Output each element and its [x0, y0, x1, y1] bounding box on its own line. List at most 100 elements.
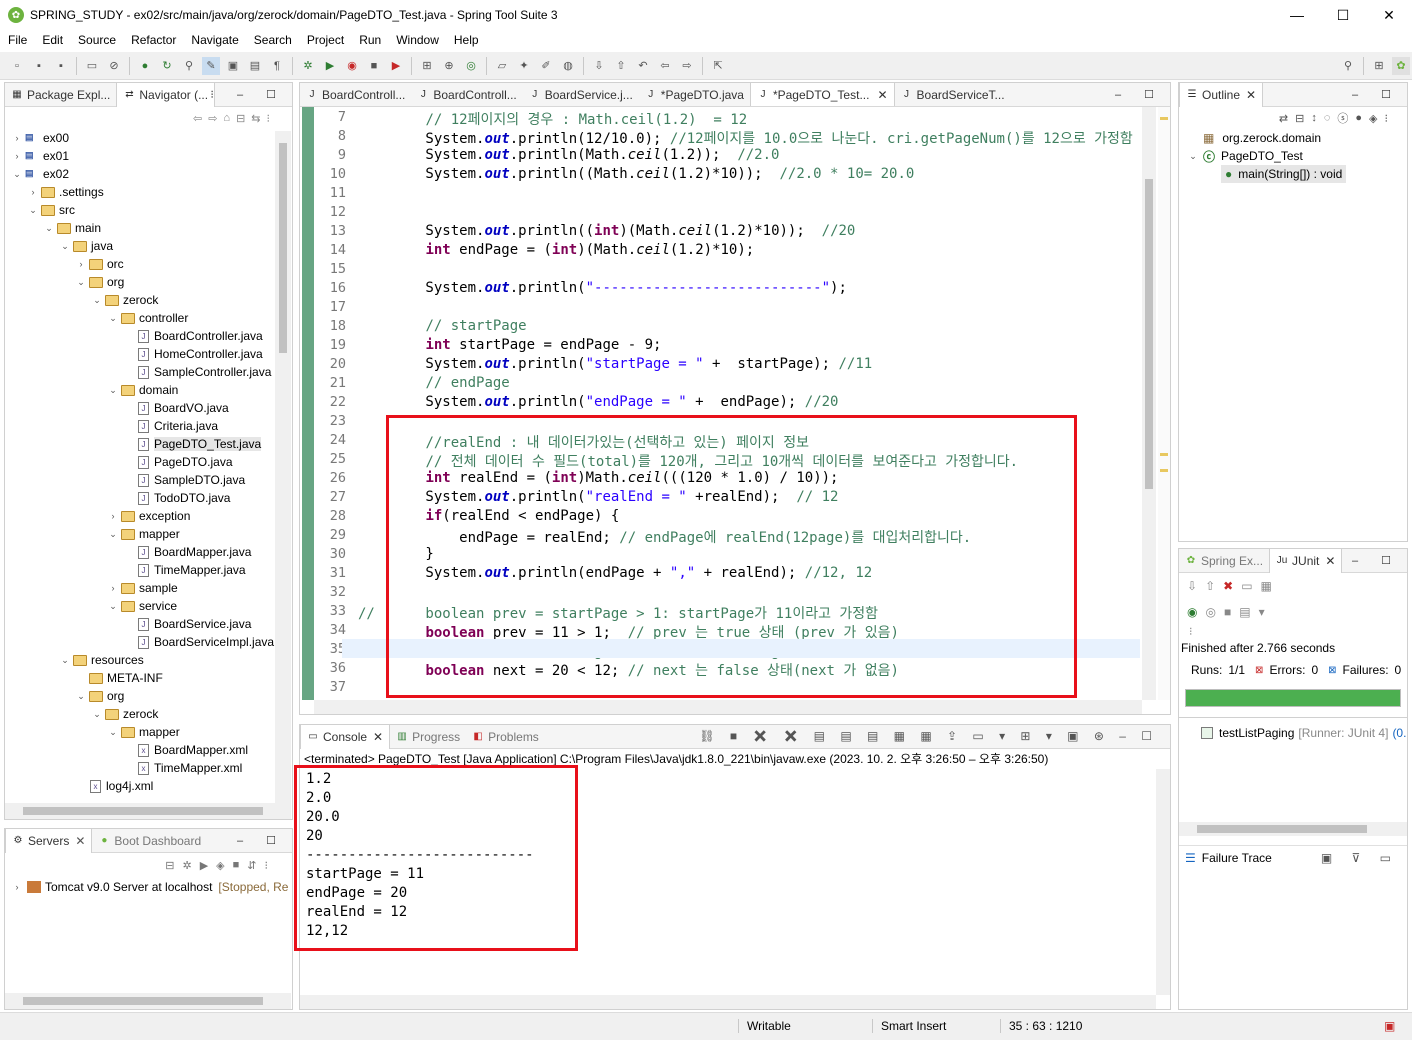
boot-icon[interactable]: ●	[136, 57, 154, 75]
whitespace-icon[interactable]: ¶	[268, 57, 286, 75]
tree-item[interactable]: x BoardMapper.xml	[5, 741, 248, 759]
editor-tab-board-controller-2[interactable]: J BoardControll...	[411, 83, 522, 106]
tab-boot-dashboard[interactable]: ● Boot Dashboard	[92, 829, 207, 853]
last-edit-icon[interactable]: ↶	[634, 57, 652, 75]
code-line[interactable]: int endPage = (int)(Math.ceil(1.2)*10);	[358, 242, 754, 258]
console-vscrollbar[interactable]	[1156, 769, 1170, 995]
tree-item[interactable]: › .settings	[5, 183, 104, 201]
failures-only-icon[interactable]: ✖	[1223, 579, 1241, 593]
close-button[interactable]: ✕	[1366, 0, 1412, 30]
code-line[interactable]: // startPage	[358, 318, 526, 334]
view-controls[interactable]: – ☐	[237, 834, 286, 847]
highlight-icon[interactable]: ✎	[202, 56, 220, 75]
new-class-icon[interactable]: ◎	[462, 57, 480, 75]
back-icon[interactable]: ⇦	[193, 112, 208, 125]
chevron-down-icon[interactable]: ⌄	[91, 709, 103, 720]
menu-refactor[interactable]: Refactor	[123, 33, 183, 47]
junit-test-item[interactable]: testListPaging [Runner: JUnit 4] (0.	[1179, 724, 1406, 742]
chevron-down-icon[interactable]: ⌄	[75, 277, 87, 288]
view-menu-icon[interactable]: ▾	[1259, 605, 1273, 619]
tree-item[interactable]: ⌄ mapper	[5, 525, 179, 543]
tab-spring-explorer[interactable]: ✿ Spring Ex...	[1179, 549, 1269, 573]
menu-project[interactable]: Project	[299, 33, 351, 47]
prev-annotation-icon[interactable]: ⇧	[612, 57, 630, 75]
hide-local-types-icon[interactable]: ◈	[1369, 112, 1384, 125]
tree-item[interactable]: › exception	[5, 507, 191, 525]
chevron-right-icon[interactable]: ›	[11, 151, 23, 161]
tree-item[interactable]: J BoardService.java	[5, 615, 251, 633]
web-icon[interactable]: ◍	[559, 57, 577, 75]
view-menu-icon[interactable]: ⁝	[1385, 112, 1396, 125]
chevron-down-icon[interactable]: ⌄	[1187, 151, 1199, 162]
stop-icon[interactable]: ■	[365, 57, 383, 75]
code-line[interactable]: System.out.println((int)(Math.ceil(1.2)*…	[358, 223, 855, 239]
profile-icon[interactable]: ◈	[216, 859, 232, 872]
close-icon[interactable]: ✕	[373, 730, 383, 744]
collapse-all-icon[interactable]: ⊟	[236, 112, 251, 125]
view-controls[interactable]: – ☐	[1115, 88, 1164, 101]
tree-item[interactable]: J SampleController.java	[5, 363, 271, 381]
publish-icon[interactable]: ⇵	[247, 859, 264, 872]
console-toolbar[interactable]: ⛓ ■ ✖ ✖ ▤ ▤ ▤ ▦ ▦ ⇪ ▭ ▾ ⊞ ▾ ▣ ⊛ – ☐	[699, 729, 1158, 743]
menu-navigate[interactable]: Navigate	[183, 33, 245, 47]
menu-edit[interactable]: Edit	[34, 33, 70, 47]
tab-progress[interactable]: ▥ Progress	[390, 725, 466, 749]
tree-item[interactable]: ⌄ src	[5, 201, 75, 219]
maximize-button[interactable]: ☐	[1320, 0, 1366, 30]
editor-vscrollbar[interactable]	[1142, 107, 1156, 700]
pen-icon[interactable]: ✐	[537, 57, 555, 75]
block-select-icon[interactable]: ▤	[246, 57, 264, 75]
code-line[interactable]: System.out.println((Math.ceil(1.2)*10));…	[358, 166, 914, 182]
tab-console[interactable]: ▭ Console ✕	[300, 724, 391, 749]
tree-item[interactable]: ⌄ resources	[5, 651, 143, 669]
tree-item[interactable]: › orc	[5, 255, 124, 273]
new-java-project-icon[interactable]: ⊞	[418, 57, 436, 75]
chevron-down-icon[interactable]: ⌄	[59, 241, 71, 252]
code-line[interactable]: System.out.println("startPage = " + star…	[358, 356, 872, 372]
close-icon[interactable]: ✕	[75, 834, 85, 848]
junit-hscrollbar[interactable]	[1179, 822, 1407, 836]
rerun-icon[interactable]: ◉	[1187, 605, 1205, 619]
hide-static-icon[interactable]: ⓢ	[1337, 110, 1355, 126]
tree-item[interactable]: ⌄ mapper	[5, 723, 179, 741]
tab-junit[interactable]: Ju JUnit ✕	[1269, 548, 1343, 573]
tab-outline[interactable]: ☰ Outline ✕	[1179, 82, 1264, 107]
tree-item[interactable]: ⌄ org	[5, 273, 124, 291]
view-menu-icon[interactable]: ⁝	[1179, 625, 1407, 639]
editor-tab-board-service[interactable]: J BoardService.j...	[523, 83, 639, 106]
tree-item[interactable]: ⌄ service	[5, 597, 177, 615]
tab-servers[interactable]: ⚙ Servers ✕	[5, 828, 93, 853]
editor-hscrollbar[interactable]	[314, 700, 1142, 714]
menu-run[interactable]: Run	[351, 33, 388, 47]
stop-server-icon[interactable]: ■	[233, 859, 248, 871]
close-icon[interactable]: ✕	[1325, 554, 1335, 568]
tree-item[interactable]: › sample	[5, 579, 178, 597]
save-icon[interactable]: ▪	[30, 57, 48, 75]
view-menu-icon[interactable]: ⁝	[267, 112, 277, 125]
collapse-all-icon[interactable]: ⊟	[1295, 112, 1311, 125]
close-icon[interactable]: ✕	[877, 88, 887, 102]
tree-item[interactable]: ⌄ org	[5, 687, 124, 705]
next-failure-icon[interactable]: ⇩	[1187, 579, 1205, 593]
tree-item[interactable]: J SampleDTO.java	[5, 471, 245, 489]
hide-nonpublic-icon[interactable]: ●	[1355, 112, 1369, 124]
console-icon[interactable]: ▭	[83, 57, 101, 75]
code-line[interactable]: System.out.println(12/10.0); //12페이지를 10…	[358, 128, 1132, 148]
tree-item[interactable]: › ▤ ex00	[5, 129, 70, 147]
code-line[interactable]: // endPage	[358, 375, 509, 391]
chevron-right-icon[interactable]: ›	[27, 187, 39, 197]
chevron-down-icon[interactable]: ⌄	[107, 601, 119, 612]
sort-icon[interactable]: ↕	[1311, 112, 1324, 124]
tree-item[interactable]: ⌄ ▤ ex02	[5, 165, 69, 183]
open-perspective-icon[interactable]: ⊞	[1370, 57, 1388, 75]
trace-toolbar[interactable]: ▣ ⊽ ▭	[1321, 851, 1399, 865]
external-tools-icon[interactable]: ▶	[387, 57, 405, 75]
new-package-icon[interactable]: ⊕	[440, 57, 458, 75]
tree-item[interactable]: J TimeMapper.java	[5, 561, 246, 579]
tree-item[interactable]: ⌄ zerock	[5, 705, 158, 723]
menu-help[interactable]: Help	[446, 33, 486, 47]
view-controls[interactable]: – ☐	[1352, 554, 1401, 567]
tree-item[interactable]: J TodoDTO.java	[5, 489, 230, 507]
chevron-down-icon[interactable]: ⌄	[75, 691, 87, 702]
history-icon[interactable]: ▦	[1261, 579, 1280, 593]
